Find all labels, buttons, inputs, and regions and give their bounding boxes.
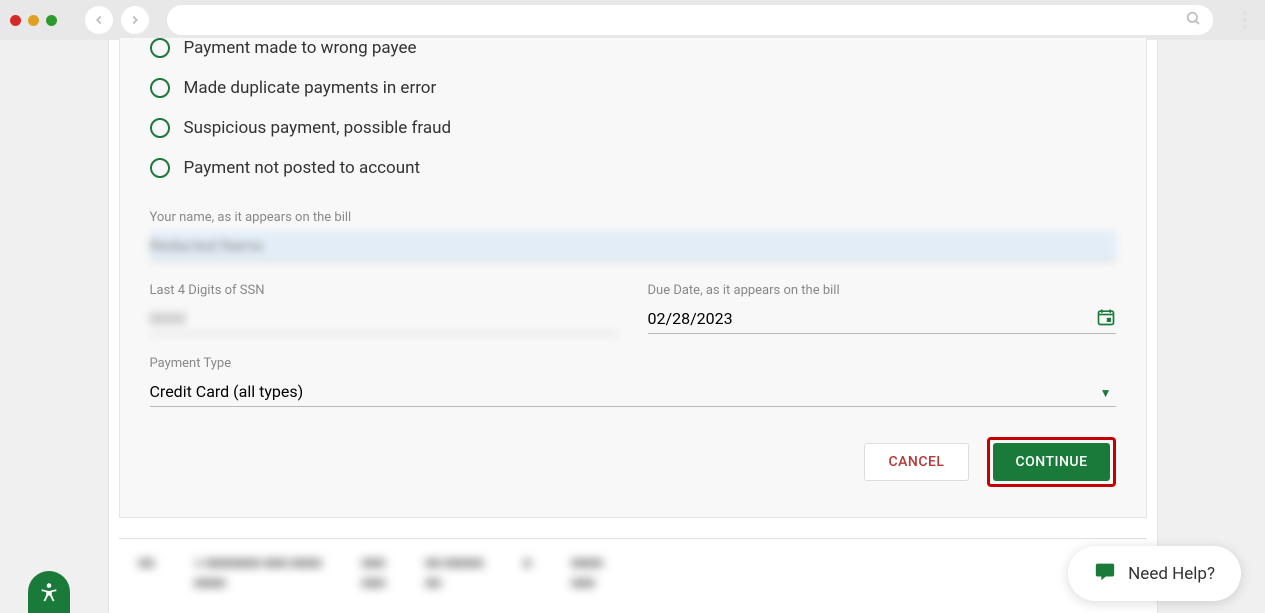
ssn-label: Last 4 Digits of SSN bbox=[150, 283, 618, 298]
radio-icon bbox=[150, 158, 170, 178]
continue-highlight: CONTINUE bbox=[987, 437, 1115, 487]
name-label: Your name, as it appears on the bill bbox=[150, 210, 1116, 225]
maximize-window-icon[interactable] bbox=[46, 15, 57, 26]
ssn-input[interactable] bbox=[150, 304, 618, 334]
calendar-icon[interactable] bbox=[1096, 307, 1116, 331]
need-help-label: Need Help? bbox=[1128, 564, 1215, 584]
radio-label: Payment not posted to account bbox=[184, 158, 421, 178]
browser-chrome bbox=[0, 0, 1265, 40]
minimize-window-icon[interactable] bbox=[28, 15, 39, 26]
radio-icon bbox=[150, 118, 170, 138]
back-button[interactable] bbox=[85, 6, 113, 34]
due-date-input[interactable] bbox=[648, 304, 1116, 334]
forward-button[interactable] bbox=[121, 6, 149, 34]
radio-option-wrong-payee[interactable]: Payment made to wrong payee bbox=[150, 38, 1116, 68]
ssn-field: Last 4 Digits of SSN bbox=[150, 283, 618, 334]
accessibility-button[interactable] bbox=[28, 571, 70, 613]
radio-option-fraud[interactable]: Suspicious payment, possible fraud bbox=[150, 108, 1116, 148]
radio-option-duplicate[interactable]: Made duplicate payments in error bbox=[150, 68, 1116, 108]
chat-icon bbox=[1094, 560, 1116, 587]
url-bar[interactable] bbox=[167, 5, 1213, 35]
radio-icon bbox=[150, 38, 170, 58]
radio-label: Made duplicate payments in error bbox=[184, 78, 437, 98]
radio-label: Suspicious payment, possible fraud bbox=[184, 118, 452, 138]
payment-type-label: Payment Type bbox=[150, 356, 1116, 371]
search-icon bbox=[1185, 10, 1201, 30]
due-date-label: Due Date, as it appears on the bill bbox=[648, 283, 1116, 298]
close-window-icon[interactable] bbox=[10, 15, 21, 26]
traffic-lights bbox=[10, 15, 57, 26]
button-row: CANCEL CONTINUE bbox=[150, 437, 1116, 487]
menu-button[interactable] bbox=[1235, 11, 1255, 29]
page-content: Payment made to wrong payee Made duplica… bbox=[108, 40, 1158, 613]
name-field: Your name, as it appears on the bill bbox=[150, 210, 1116, 261]
due-date-field: Due Date, as it appears on the bill bbox=[648, 283, 1116, 334]
radio-label: Payment made to wrong payee bbox=[184, 38, 417, 58]
payment-type-select[interactable] bbox=[150, 377, 1116, 407]
radio-option-not-posted[interactable]: Payment not posted to account bbox=[150, 148, 1116, 188]
chevron-down-icon: ▼ bbox=[1100, 386, 1112, 400]
form-card: Payment made to wrong payee Made duplica… bbox=[119, 38, 1147, 518]
bottom-summary: ■■ ● ■■■■■■■ ■■■ ■■■■■■■■ ■■■■■■ ■■ ■■■■… bbox=[109, 539, 1157, 591]
need-help-button[interactable]: Need Help? bbox=[1068, 546, 1241, 601]
cancel-button[interactable]: CANCEL bbox=[864, 443, 970, 481]
continue-button[interactable]: CONTINUE bbox=[993, 443, 1109, 481]
radio-icon bbox=[150, 78, 170, 98]
name-input[interactable] bbox=[150, 231, 1116, 261]
payment-type-field: Payment Type ▼ bbox=[150, 356, 1116, 407]
